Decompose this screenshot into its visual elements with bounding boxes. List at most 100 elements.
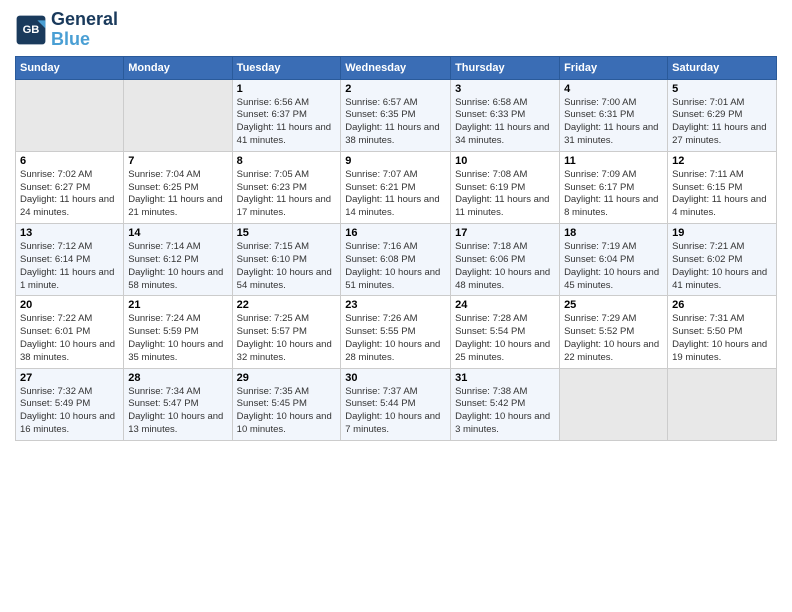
day-cell: 7Sunrise: 7:04 AM Sunset: 6:25 PM Daylig… — [124, 151, 232, 223]
day-number: 25 — [564, 299, 663, 311]
day-number: 24 — [455, 299, 555, 311]
day-info: Sunrise: 7:35 AM Sunset: 5:45 PM Dayligh… — [237, 386, 337, 437]
day-number: 30 — [345, 372, 446, 384]
day-info: Sunrise: 7:32 AM Sunset: 5:49 PM Dayligh… — [20, 386, 119, 437]
day-header-tuesday: Tuesday — [232, 56, 341, 79]
day-info: Sunrise: 6:57 AM Sunset: 6:35 PM Dayligh… — [345, 97, 446, 148]
day-cell: 2 Sunrise: 6:57 AM Sunset: 6:35 PM Daylig… — [341, 79, 451, 151]
day-number: 31 — [455, 372, 555, 384]
day-info: Sunrise: 7:05 AM Sunset: 6:23 PM Dayligh… — [237, 169, 337, 220]
day-number: 13 — [20, 227, 119, 239]
day-cell: 16Sunrise: 7:16 AM Sunset: 6:08 PM Dayli… — [341, 224, 451, 296]
day-cell — [16, 79, 124, 151]
day-cell: 1 Sunrise: 6:56 AM Sunset: 6:37 PM Daylig… — [232, 79, 341, 151]
day-number: 10 — [455, 155, 555, 167]
day-number: 9 — [345, 155, 446, 167]
day-number: 5 — [672, 83, 772, 95]
day-header-monday: Monday — [124, 56, 232, 79]
day-header-wednesday: Wednesday — [341, 56, 451, 79]
day-header-sunday: Sunday — [16, 56, 124, 79]
day-cell: 15 Sunrise: 7:15 AM Sunset: 6:10 PM Dayli… — [232, 224, 341, 296]
day-number: 1 — [237, 83, 337, 95]
day-number: 28 — [128, 372, 227, 384]
day-info: Sunrise: 7:31 AM Sunset: 5:50 PM Dayligh… — [672, 313, 772, 364]
day-cell — [560, 368, 668, 440]
logo: GB GeneralBlue — [15, 10, 118, 50]
day-cell: 6 Sunrise: 7:02 AM Sunset: 6:27 PM Daylig… — [16, 151, 124, 223]
calendar-table: SundayMondayTuesdayWednesdayThursdayFrid… — [15, 56, 777, 441]
day-number: 11 — [564, 155, 663, 167]
day-cell: 3Sunrise: 6:58 AM Sunset: 6:33 PM Daylig… — [451, 79, 560, 151]
week-row-4: 20 Sunrise: 7:22 AM Sunset: 6:01 PM Dayli… — [16, 296, 777, 368]
week-row-3: 13 Sunrise: 7:12 AM Sunset: 6:14 PM Dayli… — [16, 224, 777, 296]
day-info: Sunrise: 7:07 AM Sunset: 6:21 PM Dayligh… — [345, 169, 446, 220]
day-cell: 23Sunrise: 7:26 AM Sunset: 5:55 PM Dayli… — [341, 296, 451, 368]
day-cell: 31Sunrise: 7:38 AM Sunset: 5:42 PM Dayli… — [451, 368, 560, 440]
day-cell — [668, 368, 777, 440]
day-number: 22 — [237, 299, 337, 311]
day-cell: 24Sunrise: 7:28 AM Sunset: 5:54 PM Dayli… — [451, 296, 560, 368]
day-number: 4 — [564, 83, 663, 95]
day-number: 16 — [345, 227, 446, 239]
day-header-friday: Friday — [560, 56, 668, 79]
day-cell: 5Sunrise: 7:01 AM Sunset: 6:29 PM Daylig… — [668, 79, 777, 151]
logo-icon: GB — [15, 14, 47, 46]
week-row-2: 6 Sunrise: 7:02 AM Sunset: 6:27 PM Daylig… — [16, 151, 777, 223]
day-cell: 29 Sunrise: 7:35 AM Sunset: 5:45 PM Dayli… — [232, 368, 341, 440]
day-number: 23 — [345, 299, 446, 311]
day-number: 18 — [564, 227, 663, 239]
day-cell: 17 Sunrise: 7:18 AM Sunset: 6:06 PM Dayli… — [451, 224, 560, 296]
day-cell: 13 Sunrise: 7:12 AM Sunset: 6:14 PM Dayli… — [16, 224, 124, 296]
week-row-5: 27 Sunrise: 7:32 AM Sunset: 5:49 PM Dayli… — [16, 368, 777, 440]
day-cell: 11 Sunrise: 7:09 AM Sunset: 6:17 PM Dayli… — [560, 151, 668, 223]
day-number: 20 — [20, 299, 119, 311]
day-number: 14 — [128, 227, 227, 239]
day-cell: 12Sunrise: 7:11 AM Sunset: 6:15 PM Dayli… — [668, 151, 777, 223]
day-header-saturday: Saturday — [668, 56, 777, 79]
day-cell: 22 Sunrise: 7:25 AM Sunset: 5:57 PM Dayli… — [232, 296, 341, 368]
day-number: 8 — [237, 155, 337, 167]
day-cell — [124, 79, 232, 151]
day-info: Sunrise: 6:56 AM Sunset: 6:37 PM Dayligh… — [237, 97, 337, 148]
day-number: 6 — [20, 155, 119, 167]
svg-text:GB: GB — [23, 24, 40, 36]
header: GB GeneralBlue — [15, 10, 777, 50]
day-cell: 26 Sunrise: 7:31 AM Sunset: 5:50 PM Dayli… — [668, 296, 777, 368]
day-info: Sunrise: 7:09 AM Sunset: 6:17 PM Dayligh… — [564, 169, 663, 220]
day-number: 19 — [672, 227, 772, 239]
week-row-1: 1 Sunrise: 6:56 AM Sunset: 6:37 PM Daylig… — [16, 79, 777, 151]
day-number: 26 — [672, 299, 772, 311]
day-info: Sunrise: 7:22 AM Sunset: 6:01 PM Dayligh… — [20, 313, 119, 364]
header-row: SundayMondayTuesdayWednesdayThursdayFrid… — [16, 56, 777, 79]
day-cell: 10 Sunrise: 7:08 AM Sunset: 6:19 PM Dayli… — [451, 151, 560, 223]
day-number: 17 — [455, 227, 555, 239]
day-info: Sunrise: 7:14 AM Sunset: 6:12 PM Dayligh… — [128, 241, 227, 292]
day-number: 12 — [672, 155, 772, 167]
day-info: Sunrise: 7:02 AM Sunset: 6:27 PM Dayligh… — [20, 169, 119, 220]
calendar-page: GB GeneralBlue SundayMondayTuesdayWednes… — [0, 0, 792, 446]
day-cell: 14 Sunrise: 7:14 AM Sunset: 6:12 PM Dayli… — [124, 224, 232, 296]
day-info: Sunrise: 7:00 AM Sunset: 6:31 PM Dayligh… — [564, 97, 663, 148]
day-number: 2 — [345, 83, 446, 95]
day-header-thursday: Thursday — [451, 56, 560, 79]
day-info: Sunrise: 7:12 AM Sunset: 6:14 PM Dayligh… — [20, 241, 119, 292]
day-info: Sunrise: 7:15 AM Sunset: 6:10 PM Dayligh… — [237, 241, 337, 292]
day-cell: 28Sunrise: 7:34 AM Sunset: 5:47 PM Dayli… — [124, 368, 232, 440]
day-number: 7 — [128, 155, 227, 167]
logo-text: GeneralBlue — [51, 10, 118, 50]
day-cell: 27 Sunrise: 7:32 AM Sunset: 5:49 PM Dayli… — [16, 368, 124, 440]
day-cell: 25 Sunrise: 7:29 AM Sunset: 5:52 PM Dayli… — [560, 296, 668, 368]
day-number: 29 — [237, 372, 337, 384]
day-number: 15 — [237, 227, 337, 239]
day-number: 27 — [20, 372, 119, 384]
day-info: Sunrise: 7:08 AM Sunset: 6:19 PM Dayligh… — [455, 169, 555, 220]
day-cell: 8 Sunrise: 7:05 AM Sunset: 6:23 PM Daylig… — [232, 151, 341, 223]
day-info: Sunrise: 7:18 AM Sunset: 6:06 PM Dayligh… — [455, 241, 555, 292]
day-cell: 18Sunrise: 7:19 AM Sunset: 6:04 PM Dayli… — [560, 224, 668, 296]
day-info: Sunrise: 7:24 AM Sunset: 5:59 PM Dayligh… — [128, 313, 227, 364]
day-cell: 21 Sunrise: 7:24 AM Sunset: 5:59 PM Dayli… — [124, 296, 232, 368]
day-number: 21 — [128, 299, 227, 311]
day-info: Sunrise: 7:25 AM Sunset: 5:57 PM Dayligh… — [237, 313, 337, 364]
day-number: 3 — [455, 83, 555, 95]
day-info: Sunrise: 7:29 AM Sunset: 5:52 PM Dayligh… — [564, 313, 663, 364]
